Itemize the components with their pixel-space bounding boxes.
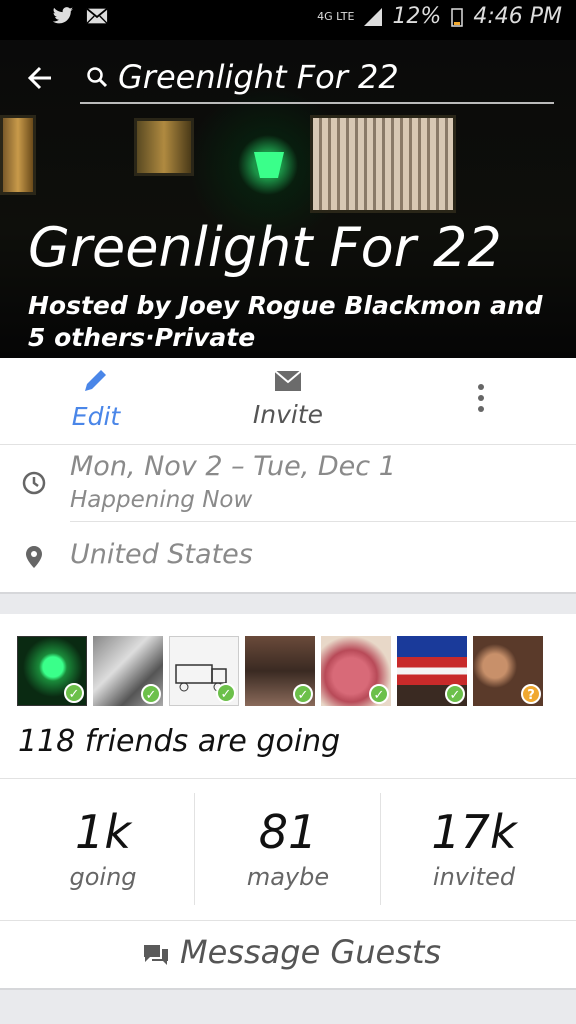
going-check-icon: ✓ <box>216 683 236 703</box>
guest-stats: 1k going 81 maybe 17k invited <box>0 778 576 920</box>
battery-icon <box>451 7 464 27</box>
friends-going-section[interactable]: ✓ ✓ ✓ ✓ ✓ ✓ ? 118 friends are going <box>0 614 576 778</box>
going-check-icon: ✓ <box>64 683 84 703</box>
clock: 4:46 PM <box>473 4 562 29</box>
event-actions: Edit Invite <box>0 358 576 444</box>
avatar[interactable]: ✓ <box>169 636 239 706</box>
location-pin-icon <box>26 546 42 568</box>
edit-button[interactable]: Edit <box>56 358 136 444</box>
invited-label: invited <box>432 863 516 891</box>
invite-button[interactable]: Invite <box>238 358 338 444</box>
going-check-icon: ✓ <box>369 684 389 704</box>
event-title: Greenlight For 22 <box>28 216 502 279</box>
battery-percent: 12% <box>392 4 442 29</box>
event-time-row[interactable]: Mon, Nov 2 – Tue, Dec 1 Happening Now <box>0 445 576 521</box>
event-hosts[interactable]: Hosted by Joey Rogue Blackmon and 5 othe… <box>28 290 548 354</box>
network-indicator: 4G LTE <box>317 10 355 23</box>
friends-going-count: 118 friends are going <box>18 724 341 759</box>
cover-window <box>134 118 194 176</box>
avatar[interactable]: ✓ <box>17 636 87 706</box>
going-count: 1k <box>75 805 131 859</box>
cover-window <box>0 115 36 195</box>
avatar[interactable]: ✓ <box>93 636 163 706</box>
avatar[interactable]: ? <box>473 636 543 706</box>
more-options-button[interactable] <box>466 384 496 420</box>
status-bar: 4G LTE 12% 4:46 PM <box>0 0 576 40</box>
invite-label: Invite <box>252 400 324 429</box>
cover-window <box>310 115 456 213</box>
message-guests-label: Message Guests <box>180 933 442 971</box>
back-button[interactable] <box>22 60 58 96</box>
search-bar: Greenlight For 22 <box>0 54 576 110</box>
going-stat[interactable]: 1k going <box>8 779 198 921</box>
chat-bubbles-icon <box>144 945 168 965</box>
clock-icon <box>22 471 46 495</box>
invited-count: 17k <box>431 805 517 859</box>
more-vert-icon <box>466 384 496 412</box>
search-icon <box>87 67 108 88</box>
going-label: going <box>69 863 137 891</box>
maybe-stat[interactable]: 81 maybe <box>193 779 383 921</box>
edit-label: Edit <box>71 402 121 431</box>
back-arrow-icon <box>27 66 51 90</box>
going-check-icon: ✓ <box>445 684 465 704</box>
divider <box>70 521 576 522</box>
search-query: Greenlight For 22 <box>118 58 399 96</box>
maybe-label: maybe <box>246 863 330 891</box>
search-input[interactable]: Greenlight For 22 <box>80 54 554 104</box>
going-check-icon: ✓ <box>141 684 161 704</box>
signal-icon <box>364 7 383 26</box>
twitter-icon <box>52 7 74 24</box>
section-divider <box>0 988 576 1024</box>
mail-icon <box>86 7 108 24</box>
event-location: United States <box>70 539 253 570</box>
event-cover-photo: Greenlight For 22 Greenlight For 22 Host… <box>0 40 576 358</box>
section-divider <box>0 592 576 614</box>
event-date-range: Mon, Nov 2 – Tue, Dec 1 <box>70 451 396 482</box>
friend-avatars: ✓ ✓ ✓ ✓ ✓ ✓ ? <box>17 636 543 706</box>
message-guests-button[interactable]: Message Guests <box>0 920 576 988</box>
avatar[interactable]: ✓ <box>397 636 467 706</box>
avatar[interactable]: ✓ <box>245 636 315 706</box>
going-check-icon: ✓ <box>293 684 313 704</box>
event-status: Happening Now <box>70 487 253 513</box>
maybe-count: 81 <box>258 805 318 859</box>
green-lamp <box>254 152 284 178</box>
envelope-icon <box>274 370 302 391</box>
event-details: Mon, Nov 2 – Tue, Dec 1 Happening Now Un… <box>0 444 576 592</box>
maybe-question-icon: ? <box>521 684 541 704</box>
pencil-icon <box>85 370 106 391</box>
invited-stat[interactable]: 17k invited <box>379 779 569 921</box>
avatar[interactable]: ✓ <box>321 636 391 706</box>
